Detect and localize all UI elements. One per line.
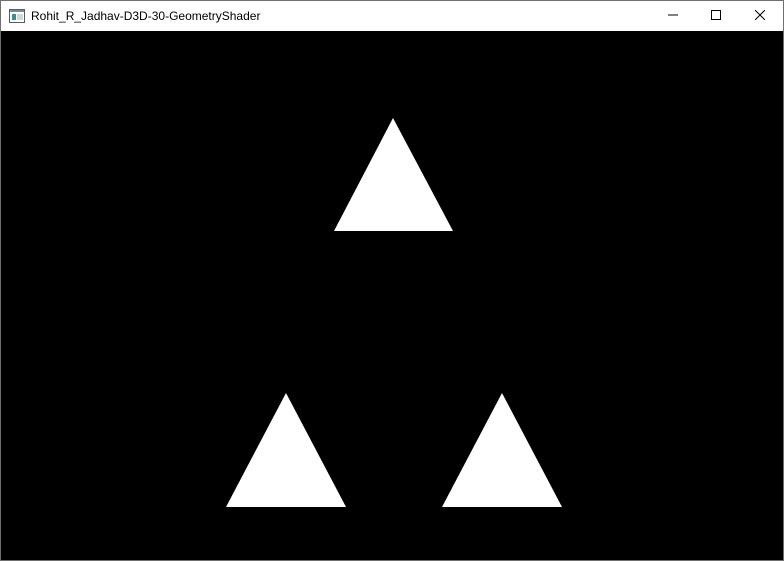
scene-background [1,31,783,560]
maximize-button[interactable] [693,1,739,31]
close-button[interactable] [737,1,783,31]
app-window: Rohit_R_Jadhav-D3D-30-GeometryShader [0,0,784,561]
close-icon [754,7,766,25]
render-canvas[interactable] [1,31,783,560]
minimize-button[interactable] [650,1,696,31]
maximize-icon [711,7,721,25]
title-bar[interactable]: Rohit_R_Jadhav-D3D-30-GeometryShader [1,1,783,31]
minimize-icon [668,7,678,25]
application-window-icon[interactable] [9,9,25,23]
window-title: Rohit_R_Jadhav-D3D-30-GeometryShader [31,9,261,23]
scene-svg [1,31,783,560]
